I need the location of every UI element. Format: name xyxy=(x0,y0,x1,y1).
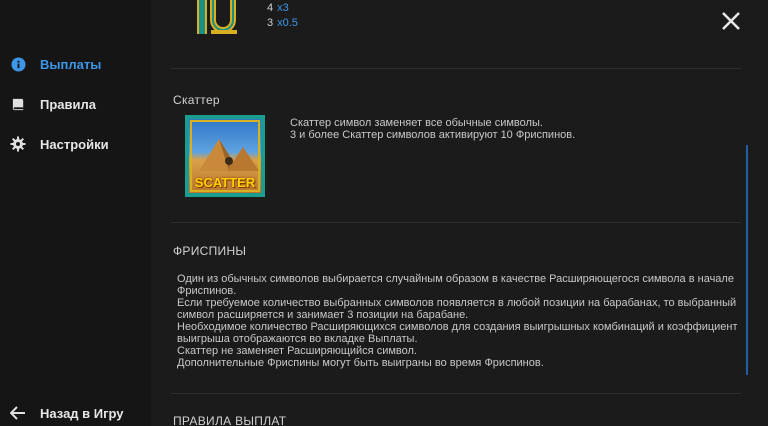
freespins-text-line: выигрыша отображаются во вкладке Выплаты… xyxy=(177,333,418,345)
divider xyxy=(171,68,741,69)
content-panel[interactable]: 4 x3 3 x0.5 Скаттер SCATTER Скаттер символ… xyxy=(151,0,768,426)
close-button[interactable] xyxy=(720,10,744,34)
scatter-badge: SCATTER xyxy=(194,175,256,190)
symbol-thumbnail xyxy=(193,0,247,38)
scatter-text-line: Скаттер символ заменяет все обычные симв… xyxy=(290,117,543,129)
sidebar-item-rules[interactable]: Правила xyxy=(10,96,96,112)
payout-rules-heading: ПРАВИЛА ВЫПЛАТ xyxy=(173,414,287,426)
arrow-left-icon xyxy=(10,405,26,421)
freespins-heading: ФРИСПИНЫ xyxy=(173,244,247,258)
back-label: Назад в Игру xyxy=(40,405,124,421)
divider xyxy=(171,222,741,223)
gear-icon xyxy=(10,136,26,152)
sidebar-item-label: Правила xyxy=(40,96,96,112)
back-to-game-button[interactable]: Назад в Игру xyxy=(10,405,124,421)
freespins-text-line: Фриспинов. xyxy=(177,285,237,297)
paytable-row: 4 x3 xyxy=(267,2,289,14)
scatter-symbol-image: SCATTER xyxy=(185,115,265,197)
freespins-text-line: Скаттер не заменяет Расширяющийся символ… xyxy=(177,345,417,357)
freespins-text-line: Если требуемое количество выбранных симв… xyxy=(177,297,737,309)
scatter-heading: Скаттер xyxy=(173,93,220,107)
info-icon xyxy=(10,56,26,72)
freespins-text-line: символ расширяется и занимает 3 позиции … xyxy=(177,309,469,321)
book-icon xyxy=(10,96,26,112)
scatter-text-line: 3 и более Скаттер символов активируют 10… xyxy=(290,129,576,141)
divider xyxy=(171,393,741,394)
freespins-text-line: Необходимое количество Расширяющихся сим… xyxy=(177,321,738,333)
sidebar: Выплаты Правила Настройки Назад в Игру xyxy=(0,0,151,426)
sidebar-item-label: Настройки xyxy=(40,136,109,152)
freespins-text-line: Один из обычных символов выбирается случ… xyxy=(177,273,734,285)
paytable-row: 3 x0.5 xyxy=(267,17,298,29)
sidebar-item-settings[interactable]: Настройки xyxy=(10,136,109,152)
freespins-text-line: Дополнительные Фриспины могут быть выигр… xyxy=(177,357,544,369)
sidebar-item-payouts[interactable]: Выплаты xyxy=(10,56,101,72)
sidebar-item-label: Выплаты xyxy=(40,56,102,72)
close-icon xyxy=(722,12,740,30)
scrollbar[interactable] xyxy=(746,145,748,375)
